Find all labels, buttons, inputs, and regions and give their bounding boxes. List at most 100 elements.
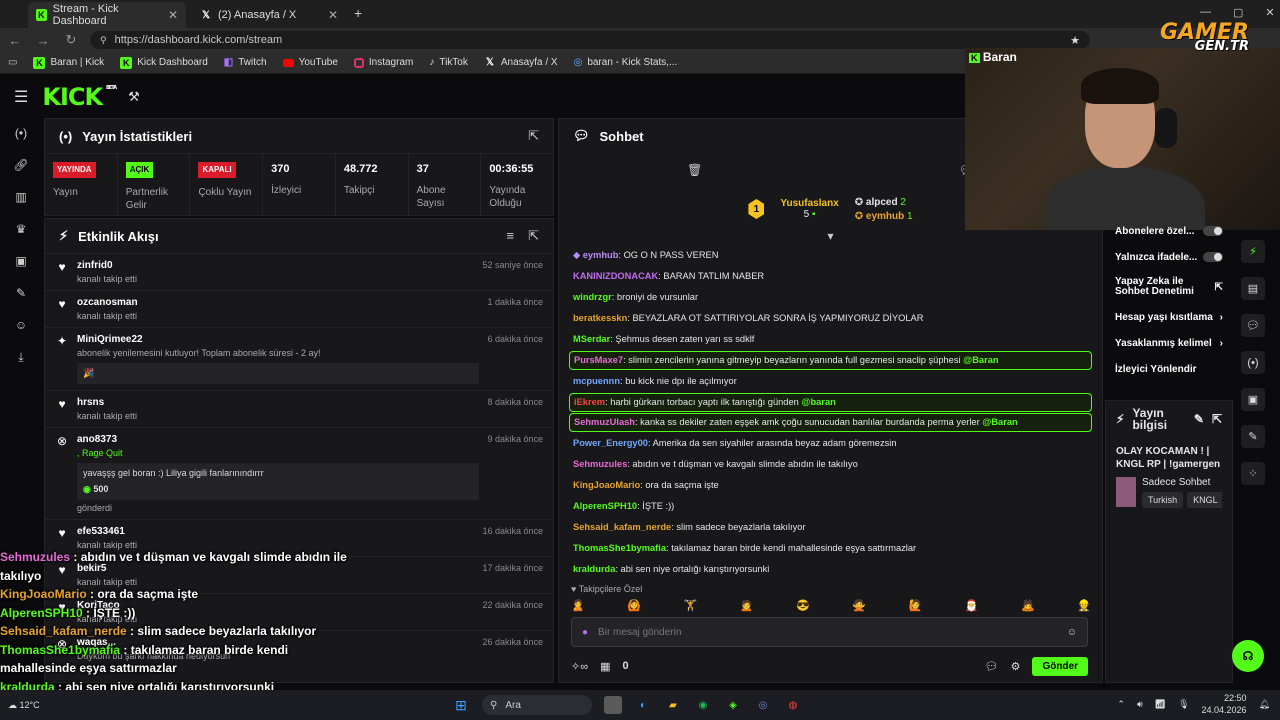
hammer-icon[interactable]: ⚒ (128, 89, 140, 105)
maximize-icon[interactable]: ▢ (1233, 6, 1243, 19)
chat-input[interactable]: ● Bir mesaj gönderin ☺ (571, 617, 1088, 647)
gear-icon[interactable]: ⚙ (1011, 660, 1021, 673)
emote-icon[interactable]: 🙅 (852, 599, 866, 613)
chat-message[interactable]: Power_Energy00: Amerika da sen siyahiler… (569, 433, 1092, 454)
minimize-icon[interactable]: — (1200, 6, 1211, 19)
back-icon[interactable]: ← (6, 33, 24, 48)
leader-second[interactable]: alpced (866, 197, 898, 208)
edit-icon[interactable]: ✎ (1194, 412, 1204, 426)
edge-icon[interactable]: ◐ (634, 696, 652, 714)
activity-user[interactable]: MiniQrimee22 (77, 334, 479, 345)
emote-icon[interactable]: 🎅 (965, 599, 979, 613)
external-link-icon[interactable]: ⇱ (1215, 282, 1223, 293)
chat-user[interactable]: SehmuzUlash (574, 417, 635, 427)
tag[interactable]: KNGL (1187, 492, 1222, 508)
volume-icon[interactable]: 🔊︎ (1137, 699, 1143, 710)
close-icon[interactable]: ✕ (168, 8, 178, 22)
emote-icon[interactable]: 🙇 (1021, 599, 1035, 613)
chart-icon[interactable]: ▥ (8, 188, 34, 206)
activity-user[interactable]: hrsns (77, 397, 479, 408)
chat-message[interactable]: ◆ eymhub: OG O N PASS VEREN (569, 245, 1092, 266)
spotify-icon[interactable]: ◉ (694, 696, 712, 714)
chat-message[interactable]: mcpuennn: bu kick nie dpı ile açılmıyor (569, 371, 1092, 392)
chat-user[interactable]: Sehmuzules (573, 459, 627, 469)
stream-icon[interactable]: (•) (8, 124, 34, 142)
chat-message[interactable]: kraldurda: abi sen niye ortalığı karıştı… (569, 559, 1092, 580)
tab-x-home[interactable]: 𝕏 (2) Anasayfa / X ✕ (192, 2, 346, 28)
chat-user[interactable]: PursMaxe7 (574, 355, 623, 365)
kicks-icon[interactable]: ✧∞ (571, 660, 588, 673)
emote-icon[interactable]: 🙍 (740, 599, 754, 613)
setting-banned-words[interactable]: Yasaklanmış kelimel › (1105, 330, 1233, 356)
lightning-icon[interactable]: ⚡︎ (1241, 240, 1265, 263)
users-icon[interactable]: ☺ (8, 316, 34, 334)
chat-message[interactable]: ThomasShe1bymafia: takılamaz baran birde… (569, 538, 1092, 559)
popout-icon[interactable]: ⇱ (528, 128, 539, 144)
gift-icon[interactable]: ▦ (600, 660, 610, 673)
chat-user[interactable]: iEkrem (574, 397, 605, 407)
setting-subscribers-only[interactable]: Abonelere özel... (1105, 218, 1233, 244)
bookmark-tiktok[interactable]: ♪ TikTok (429, 57, 468, 68)
emoji-icon[interactable]: ☺ (1067, 627, 1077, 638)
wrench-icon[interactable]: ✎ (8, 284, 34, 302)
task-view-icon[interactable] (604, 696, 622, 714)
favorite-star-icon[interactable]: ★ (1070, 34, 1080, 47)
sidebar-toggle-icon[interactable]: ▭ (8, 57, 17, 68)
chat-user[interactable]: KANINIZDONACAK (573, 271, 658, 281)
category-thumbnail[interactable] (1116, 477, 1136, 507)
chat-user[interactable]: beratkesskn (573, 313, 627, 323)
chat-user[interactable]: windrzgr (573, 292, 612, 302)
chat-message-mention[interactable]: iEkrem: harbi gürkanı torbacı yaptı ilk … (569, 393, 1092, 412)
chat-message[interactable]: MSerdar: Şehmus desen zaten yarı ss sdkl… (569, 329, 1092, 350)
emote-icon[interactable]: 👷 (1077, 599, 1091, 613)
close-icon[interactable]: ✕ (328, 8, 338, 22)
filter-icon[interactable]: ≡ (507, 228, 515, 244)
activity-user[interactable]: zinfrid0 (77, 260, 474, 271)
bookmark-twitch[interactable]: ◧ Twitch (224, 57, 267, 68)
chat-user[interactable]: AlperenSPH10 (573, 501, 637, 511)
taskbar-search[interactable]: ⚲ Ara (482, 695, 592, 715)
clock[interactable]: 22:50 24.04.2026 (1202, 692, 1247, 716)
weather-widget[interactable]: ☁ 12°C (8, 700, 40, 711)
bookmark-instagram[interactable]: Instagram (353, 57, 413, 68)
setting-ai-moderation[interactable]: Yapay Zeka ile Sohbet Denetimi ⇱ (1105, 270, 1233, 304)
link-icon[interactable]: 🔗︎ (8, 156, 34, 174)
bookmark-youtube[interactable]: YouTube (282, 57, 338, 68)
obs-icon[interactable]: ◍ (784, 696, 802, 714)
activity-user[interactable]: ano8373 (77, 434, 479, 445)
discord-icon[interactable]: ◎ (754, 696, 772, 714)
site-info-icon[interactable]: ⚲ (100, 35, 107, 46)
wifi-icon[interactable]: 📶︎ (1155, 699, 1166, 710)
video-icon[interactable]: ▣ (1241, 388, 1265, 411)
chat-message[interactable]: Sehsaid_kafam_nerde: slim sadece beyazla… (569, 517, 1092, 538)
leader-first[interactable]: Yusufaslanx (780, 198, 838, 209)
popout-icon[interactable]: ⇱ (1212, 412, 1222, 426)
chat-message[interactable]: Sehmuzules: abıdın ve t düşman ve kavgal… (569, 454, 1092, 475)
chat-user[interactable]: MSerdar (573, 334, 610, 344)
chat-settings-bubble-icon[interactable]: 💬︎ (985, 660, 999, 673)
new-tab-button[interactable]: + (354, 5, 362, 21)
bookmark-x[interactable]: 𝕏 Anasayfa / X (484, 57, 558, 69)
chat-user[interactable]: KingJoaoMario (573, 480, 640, 490)
apps-icon[interactable]: ⁘ (1241, 462, 1265, 485)
activity-user[interactable]: efe533461 (77, 526, 474, 537)
reload-icon[interactable]: ↻ (62, 32, 80, 48)
broadcast-icon[interactable]: (•) (1241, 351, 1265, 374)
app-icon[interactable]: ◈ (724, 696, 742, 714)
download-icon[interactable]: ⤓ (8, 348, 34, 366)
chat-message-mention[interactable]: SehmuzUlash: kanka ss dekiler zaten eşşe… (569, 413, 1092, 432)
chat-user[interactable]: ThomasShe1bymafia (573, 543, 666, 553)
menu-icon[interactable]: ☰ (14, 87, 28, 107)
chat-message-mention[interactable]: PursMaxe7: slimin zencilerin yanına gitm… (569, 351, 1092, 370)
chat-user[interactable]: Sehsaid_kafam_nerde (573, 522, 671, 532)
emote-icon[interactable]: 😎 (796, 599, 810, 613)
bookmark-kick-stats[interactable]: ◎ baran - Kick Stats,... (574, 57, 678, 68)
tag[interactable]: Turkish (1142, 492, 1184, 508)
trophy-icon[interactable]: ♛ (8, 220, 34, 238)
chevron-up-icon[interactable]: ⌃ (1117, 699, 1125, 710)
tab-kick-dashboard[interactable]: K Stream - Kick Dashboard ✕ (28, 2, 186, 28)
chat-user[interactable]: eymhub (583, 250, 619, 260)
forward-icon[interactable]: → (34, 33, 52, 48)
kick-logo[interactable]: KICK BETA (42, 83, 117, 111)
url-field[interactable]: ⚲ https://dashboard.kick.com/stream ★ (90, 31, 1090, 49)
